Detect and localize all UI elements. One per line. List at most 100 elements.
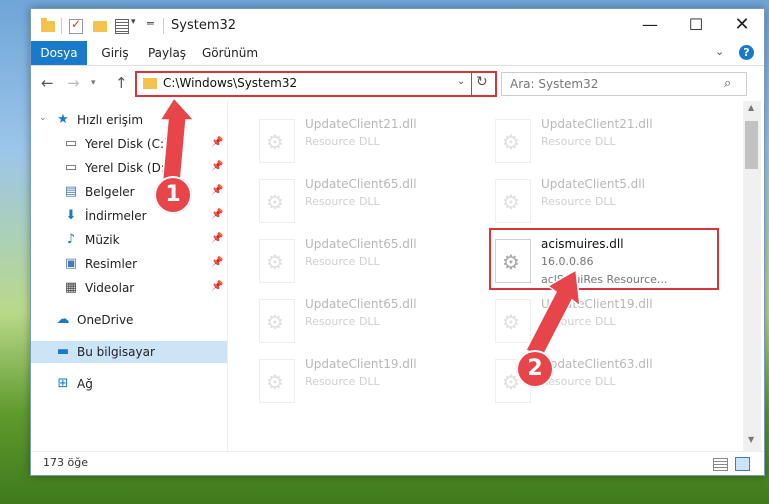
window-title: System32 — [171, 18, 237, 33]
scroll-down-icon[interactable]: ▼ — [748, 435, 754, 444]
forward-arrow-icon[interactable]: → — [67, 74, 80, 92]
file-name: UpdateClient19.dll — [541, 297, 653, 311]
pane-divider[interactable] — [227, 101, 228, 451]
file-tile[interactable]: UpdateClient5.dll Resource DLL — [495, 175, 725, 227]
explorer-window: ▾ ═ System32 — ☐ ✕ Dosya Giriş Paylaş Gö… — [30, 8, 765, 476]
expand-ribbon-icon[interactable]: ⌄ — [715, 45, 724, 58]
search-input[interactable]: Ara: System32 ⌕ — [501, 72, 747, 96]
status-bar: 173 öğe — [31, 451, 764, 475]
scroll-up-icon[interactable]: ▲ — [748, 103, 754, 112]
maximize-button[interactable]: ☐ — [673, 9, 719, 41]
sidebar-item-music[interactable]: ♪ Müzik 📌 — [31, 229, 227, 251]
sidebar-item-label: İndirmeler — [85, 209, 147, 223]
file-name: UpdateClient21.dll — [305, 117, 417, 131]
title-separator — [163, 18, 164, 34]
dll-file-icon — [495, 179, 531, 223]
tiles-view-icon[interactable] — [735, 457, 750, 471]
documents-icon: ▤ — [64, 184, 78, 199]
sidebar-item-downloads[interactable]: ⬇ İndirmeler 📌 — [31, 205, 227, 227]
sidebar-item-network[interactable]: ⊞ Ağ — [31, 373, 227, 395]
file-tile[interactable]: UpdateClient65.dll Resource DLL — [259, 175, 489, 227]
network-icon: ⊞ — [57, 376, 69, 391]
pin-icon[interactable]: 📌 — [211, 233, 223, 244]
customize-toolbar-icon[interactable]: ═ — [147, 17, 154, 33]
sidebar-item-pictures[interactable]: ▣ Resimler 📌 — [31, 253, 227, 275]
scroll-thumb[interactable] — [745, 121, 758, 169]
pin-icon[interactable]: 📌 — [211, 161, 223, 172]
drive-icon: ▭ — [64, 136, 78, 151]
chevron-down-icon[interactable]: ⌄ — [457, 76, 465, 87]
back-arrow-icon[interactable]: ← — [41, 74, 54, 92]
minimize-button[interactable]: — — [627, 9, 673, 41]
download-icon: ⬇ — [65, 208, 77, 223]
pin-icon[interactable]: 📌 — [211, 281, 223, 292]
file-description: Resource DLL — [305, 255, 380, 268]
sidebar-item-label: Videolar — [85, 281, 135, 295]
refresh-icon[interactable]: ↻ — [476, 74, 488, 90]
tab-share[interactable]: Paylaş — [143, 41, 191, 65]
chevron-down-icon[interactable]: ▾ — [131, 17, 136, 33]
tab-view[interactable]: Görünüm — [197, 41, 263, 65]
folder-icon — [143, 78, 157, 89]
sidebar-item-local-disk-d[interactable]: ▭ Yerel Disk (D:) 📌 — [31, 157, 227, 179]
file-tile[interactable]: UpdateClient19.dll Resource DLL — [495, 295, 725, 347]
sidebar-item-label: Müzik — [85, 233, 120, 247]
address-bar[interactable]: C:\Windows\System32 ⌄ ↻ — [135, 71, 497, 97]
file-description: Resource DLL — [541, 315, 616, 328]
title-bar: ▾ ═ System32 — ☐ ✕ — [31, 9, 764, 41]
step-badge-2: 2 — [516, 350, 554, 388]
sidebar-item-label: Belgeler — [85, 185, 135, 199]
pin-icon[interactable]: 📌 — [211, 137, 223, 148]
pin-icon[interactable]: 📌 — [211, 209, 223, 220]
pictures-icon: ▣ — [64, 256, 78, 271]
sidebar-item-label: OneDrive — [77, 313, 134, 327]
file-name: UpdateClient21.dll — [541, 117, 653, 131]
highlight-box — [489, 228, 719, 290]
address-separator — [471, 73, 472, 95]
sidebar-item-label: Resimler — [85, 257, 138, 271]
properties-icon[interactable] — [115, 19, 129, 34]
folder-icon[interactable] — [41, 18, 55, 32]
sidebar-item-documents[interactable]: ▤ Belgeler 📌 — [31, 181, 227, 203]
sidebar-item-quick-access[interactable]: ⌄ ★ Hızlı erişim — [31, 109, 227, 131]
cloud-icon: ☁ — [56, 312, 70, 327]
pin-icon[interactable]: 📌 — [211, 185, 223, 196]
dll-file-icon — [495, 299, 531, 343]
file-tile[interactable]: UpdateClient65.dll Resource DLL — [259, 295, 489, 347]
sidebar-item-label: Yerel Disk (C:) — [85, 137, 169, 151]
quick-access-separator — [61, 18, 62, 34]
search-icon[interactable]: ⌕ — [724, 76, 731, 91]
file-description: Resource DLL — [541, 195, 616, 208]
sidebar-item-videos[interactable]: ▦ Videolar 📌 — [31, 277, 227, 299]
sidebar-item-this-pc[interactable]: ▬ Bu bilgisayar — [31, 341, 227, 363]
address-path[interactable]: C:\Windows\System32 — [163, 76, 297, 90]
details-view-icon[interactable] — [713, 458, 728, 471]
help-icon[interactable]: ? — [739, 45, 754, 60]
file-tile[interactable]: UpdateClient21.dll Resource DLL — [259, 115, 489, 167]
recent-locations-icon[interactable]: ▾ — [91, 78, 96, 88]
star-icon: ★ — [57, 112, 69, 127]
ribbon-tabs: Dosya Giriş Paylaş Görünüm ⌄ ? — [31, 41, 764, 66]
computer-icon: ▬ — [56, 344, 70, 359]
vertical-scrollbar[interactable]: ▲ ▼ — [743, 101, 761, 451]
up-arrow-icon[interactable]: ↑ — [115, 74, 128, 92]
new-folder-icon[interactable] — [93, 21, 107, 32]
file-tile[interactable]: UpdateClient21.dll Resource DLL — [495, 115, 725, 167]
tab-home[interactable]: Giriş — [91, 41, 139, 65]
step-badge-1: 1 — [154, 176, 192, 214]
file-tile[interactable]: UpdateClient65.dll Resource DLL — [259, 235, 489, 287]
tab-file[interactable]: Dosya — [31, 41, 87, 65]
sidebar-item-label: Ağ — [77, 377, 93, 391]
navigation-bar: ← → ▾ ↑ C:\Windows\System32 ⌄ ↻ Ara: Sys… — [31, 66, 764, 100]
navigation-pane: ⌄ ★ Hızlı erişim ▭ Yerel Disk (C:) 📌 ▭ Y… — [31, 101, 227, 451]
file-tile[interactable]: UpdateClient19.dll Resource DLL — [259, 355, 489, 407]
sidebar-item-onedrive[interactable]: ☁ OneDrive — [31, 309, 227, 331]
file-description: Resource DLL — [305, 195, 380, 208]
file-name: UpdateClient65.dll — [305, 297, 417, 311]
close-button[interactable]: ✕ — [719, 9, 764, 41]
sidebar-item-local-disk-c[interactable]: ▭ Yerel Disk (C:) 📌 — [31, 133, 227, 155]
properties-check-icon[interactable] — [69, 17, 83, 34]
sidebar-item-label: Bu bilgisayar — [77, 345, 155, 359]
pin-icon[interactable]: 📌 — [211, 257, 223, 268]
chevron-down-icon[interactable]: ⌄ — [39, 113, 47, 123]
